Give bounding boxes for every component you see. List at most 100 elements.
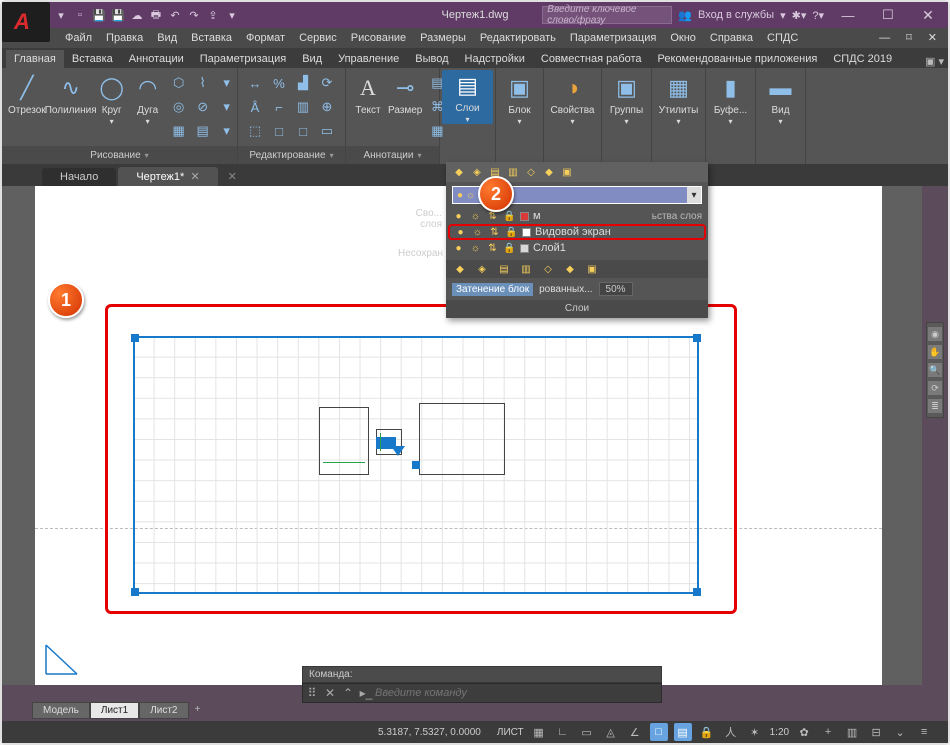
lmb-2[interactable]: ◈ bbox=[474, 261, 490, 277]
doctab-start[interactable]: Начало bbox=[42, 168, 116, 186]
props-button[interactable]: ◑Свойства▾ bbox=[552, 72, 594, 126]
draw-arc-button[interactable]: ◠Дуга▾ bbox=[132, 72, 164, 126]
menu-modify[interactable]: Редактировать bbox=[473, 28, 563, 48]
lmb-3[interactable]: ▤ bbox=[496, 261, 512, 277]
menu-spds[interactable]: СПДС bbox=[760, 28, 805, 48]
help-icon[interactable]: ?▾ bbox=[812, 9, 824, 22]
navbar-wheel-icon[interactable]: ≣ bbox=[928, 399, 942, 413]
mod-3[interactable]: ▟ bbox=[292, 72, 314, 94]
sb-wsswitch-icon[interactable]: ⌄ bbox=[891, 723, 909, 741]
draw-polyline-button[interactable]: ∿Полилиния bbox=[50, 72, 92, 116]
doctab-close-icon[interactable]: ✕ bbox=[190, 171, 199, 183]
lmb-1[interactable]: ◆ bbox=[452, 261, 468, 277]
mod-2[interactable]: % bbox=[268, 72, 290, 94]
sb-anno-icon[interactable]: 人 bbox=[722, 723, 740, 741]
navbar-zoom-icon[interactable]: 🔍 bbox=[928, 363, 942, 377]
menu-help[interactable]: Справка bbox=[703, 28, 760, 48]
ribtab-featured[interactable]: Рекомендованные приложения bbox=[650, 50, 826, 68]
view-button[interactable]: ▬Вид▾ bbox=[762, 72, 799, 126]
sb-plus-icon[interactable]: + bbox=[819, 723, 837, 741]
qat-print-icon[interactable]: 🖶 bbox=[148, 7, 164, 23]
qat-redo-icon[interactable]: ↷ bbox=[186, 7, 202, 23]
doc-restore-icon[interactable]: ⌑ bbox=[899, 28, 919, 48]
layer-row-1[interactable]: ●☼⇅🔒 Видовой экран bbox=[448, 224, 706, 240]
mod-9[interactable]: ⬚ bbox=[244, 120, 266, 142]
mod-5[interactable]: Å bbox=[244, 96, 266, 118]
ribtab-annot[interactable]: Аннотации bbox=[121, 50, 192, 68]
annot-dim-button[interactable]: ⊸Размер bbox=[388, 72, 422, 116]
sb-iso-icon[interactable]: ∠ bbox=[626, 723, 644, 741]
ribtab-view[interactable]: Вид bbox=[294, 50, 330, 68]
sheet-layout1[interactable]: Лист1 bbox=[90, 702, 139, 719]
utils-button[interactable]: ▦Утилиты▾ bbox=[658, 72, 699, 126]
panel-modify-label[interactable]: Редактирование bbox=[238, 146, 345, 164]
draw-sm-8[interactable]: ▤ bbox=[192, 120, 214, 142]
qat-plot-icon[interactable]: ☁ bbox=[129, 7, 145, 23]
mod-12[interactable]: ▭ bbox=[316, 120, 338, 142]
cmd-close-icon[interactable]: ✕ bbox=[321, 686, 339, 700]
menu-draw[interactable]: Рисование bbox=[344, 28, 413, 48]
draw-sm-1[interactable]: ⬡ bbox=[168, 72, 190, 94]
exchange-icon[interactable]: ✱▾ bbox=[792, 9, 807, 22]
qat-save-icon[interactable]: 💾 bbox=[91, 7, 107, 23]
ribtab-spds[interactable]: СПДС 2019 bbox=[825, 50, 900, 68]
sb-snap-icon[interactable]: ∟ bbox=[554, 723, 572, 741]
draw-sm-4[interactable]: ◎ bbox=[168, 96, 190, 118]
layer-row-0[interactable]: ●☼⇅🔒 м ьства слоя bbox=[446, 208, 708, 224]
ld-tb-5[interactable]: ◇ bbox=[524, 165, 538, 179]
app-logo[interactable]: A bbox=[2, 2, 50, 42]
command-input[interactable] bbox=[375, 687, 661, 699]
qat-undo-icon[interactable]: ↶ bbox=[167, 7, 183, 23]
qat-open-icon[interactable]: ▫ bbox=[72, 7, 88, 23]
status-scale[interactable]: 1:20 bbox=[770, 727, 789, 738]
cmd-recent-icon[interactable]: ⌃ bbox=[339, 686, 357, 700]
draw-sm-7[interactable]: ▦ bbox=[168, 120, 190, 142]
ld-tb-1[interactable]: ◆ bbox=[452, 165, 466, 179]
menu-tools[interactable]: Сервис bbox=[292, 28, 344, 48]
cmd-handle-icon[interactable]: ⠿ bbox=[303, 686, 321, 700]
layer-row-2[interactable]: ●☼⇅🔒 Слой1 bbox=[446, 240, 708, 256]
mod-7[interactable]: ▥ bbox=[292, 96, 314, 118]
draw-sm-2[interactable]: ⌇ bbox=[192, 72, 214, 94]
ribtab-param[interactable]: Параметризация bbox=[192, 50, 294, 68]
navbar-orbit-icon[interactable]: ⟳ bbox=[928, 381, 942, 395]
draw-circle-button[interactable]: ◯Круг▾ bbox=[96, 72, 128, 126]
sheet-add-button[interactable]: + bbox=[189, 702, 207, 719]
lmb-4[interactable]: ▥ bbox=[518, 261, 534, 277]
panel-annot-label[interactable]: Аннотации bbox=[346, 146, 439, 164]
infocenter-icon[interactable]: 👥 bbox=[678, 9, 692, 22]
doc-close-icon[interactable]: ✕ bbox=[921, 28, 944, 48]
lmb-7[interactable]: ▣ bbox=[584, 261, 600, 277]
signin-button[interactable]: Вход в службы bbox=[698, 9, 774, 21]
fade-pct-input[interactable] bbox=[599, 282, 633, 296]
sb-sync-icon[interactable]: ▥ bbox=[843, 723, 861, 741]
ribbon-tools-icon[interactable]: ▣ ▾ bbox=[925, 55, 948, 68]
sb-osnap-icon[interactable]: □ bbox=[650, 723, 668, 741]
mod-11[interactable]: □ bbox=[292, 120, 314, 142]
sb-ortho-icon[interactable]: ▭ bbox=[578, 723, 596, 741]
ribtab-insert[interactable]: Вставка bbox=[64, 50, 121, 68]
ld-tb-7[interactable]: ▣ bbox=[560, 165, 574, 179]
draw-sm-3[interactable]: ▾ bbox=[216, 72, 238, 94]
qat-saveas-icon[interactable]: 💾 bbox=[110, 7, 126, 23]
sb-menu-icon[interactable]: ≡ bbox=[915, 723, 933, 741]
navbar-fullnav-icon[interactable]: ◉ bbox=[928, 327, 942, 341]
draw-sm-5[interactable]: ⊘ bbox=[192, 96, 214, 118]
mod-1[interactable]: ↔ bbox=[244, 72, 266, 94]
draw-sm-9[interactable]: ▾ bbox=[216, 120, 238, 142]
mod-8[interactable]: ⊕ bbox=[316, 96, 338, 118]
sheet-model[interactable]: Модель bbox=[32, 702, 90, 719]
maximize-button[interactable]: ☐ bbox=[868, 2, 908, 28]
menu-insert[interactable]: Вставка bbox=[184, 28, 239, 48]
navbar-pan-icon[interactable]: ✋ bbox=[928, 345, 942, 359]
minimize-button[interactable]: — bbox=[828, 2, 868, 28]
close-button[interactable]: ✕ bbox=[908, 2, 948, 28]
search-input[interactable]: Введите ключевое слово/фразу bbox=[542, 6, 672, 24]
qat-more-icon[interactable]: ▾ bbox=[224, 7, 240, 23]
layers-button[interactable]: ▤Слои▾ bbox=[442, 70, 493, 124]
buffer-button[interactable]: ▮Буфе...▾ bbox=[712, 72, 749, 126]
ribtab-collab[interactable]: Совместная работа bbox=[533, 50, 650, 68]
qat-new-icon[interactable]: ▾ bbox=[53, 7, 69, 23]
menu-view[interactable]: Вид bbox=[150, 28, 184, 48]
menu-window[interactable]: Окно bbox=[663, 28, 703, 48]
